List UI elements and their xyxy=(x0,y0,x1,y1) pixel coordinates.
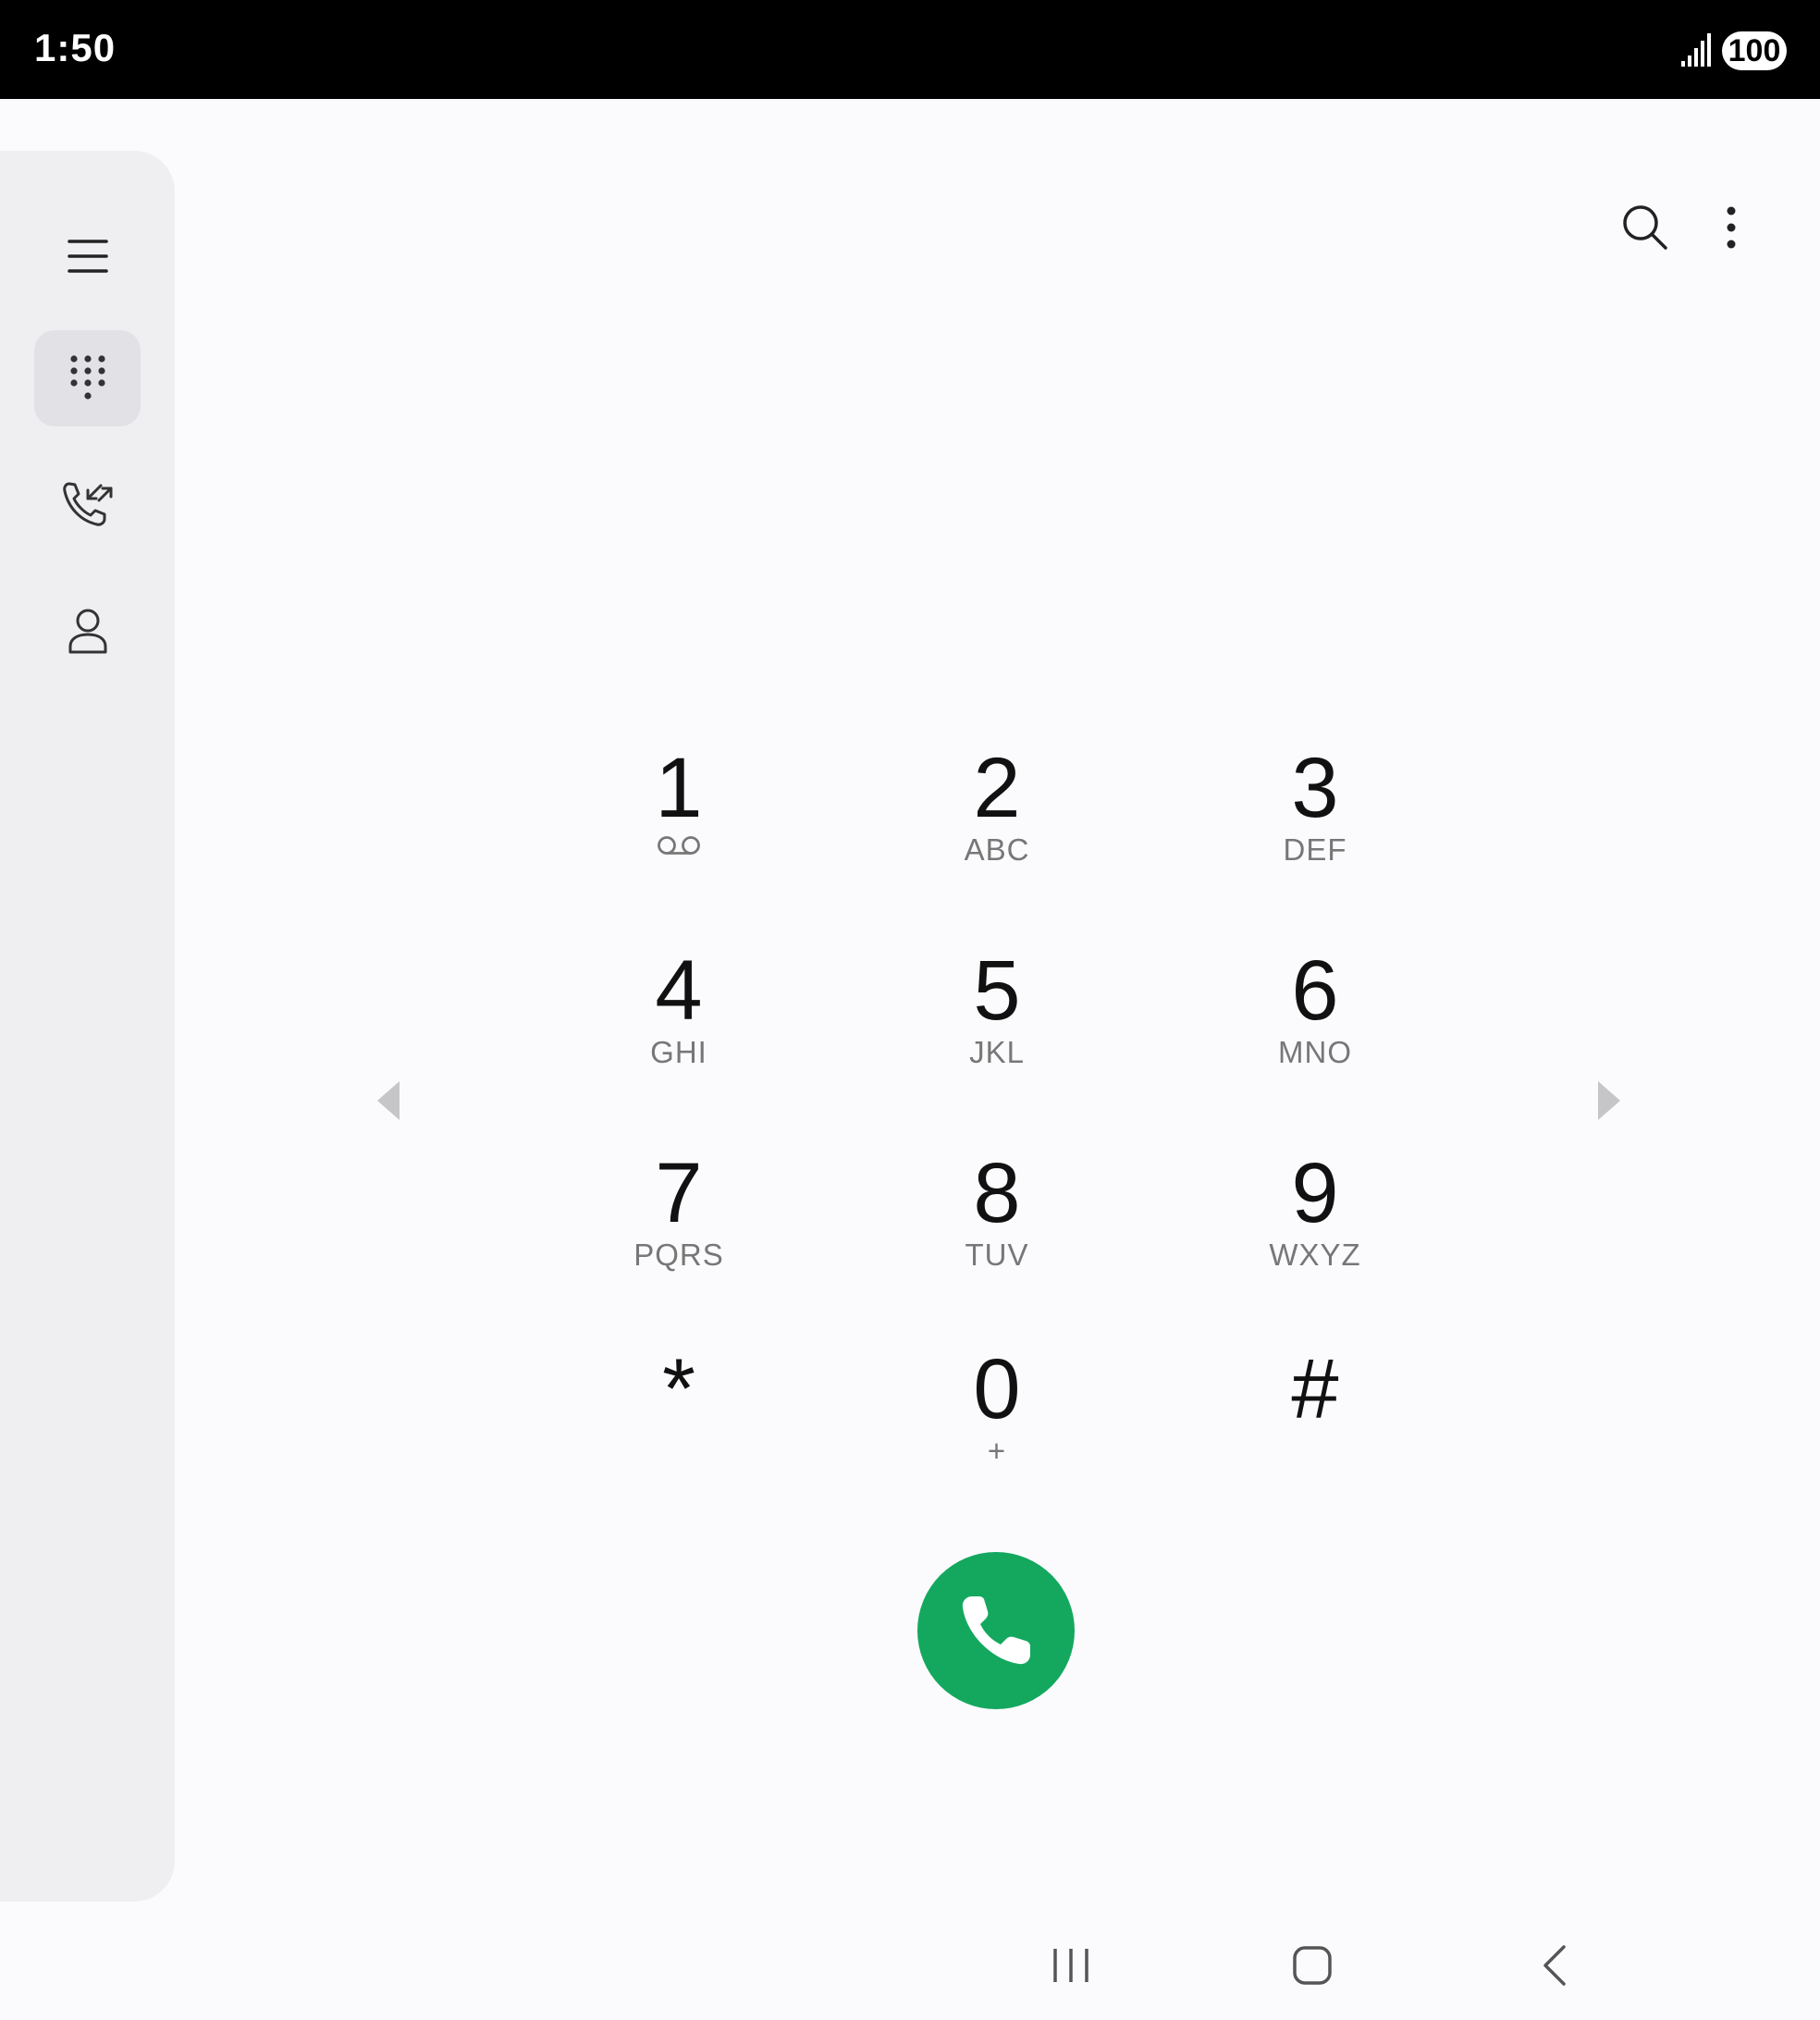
key-digit: 3 xyxy=(1291,741,1339,835)
call-button[interactable] xyxy=(917,1552,1075,1709)
key-2[interactable]: 2 ABC xyxy=(886,745,1108,903)
phone-icon xyxy=(962,1596,1030,1665)
key-digit: 2 xyxy=(973,741,1021,835)
more-vert-icon xyxy=(1727,206,1736,249)
key-digit: # xyxy=(1291,1342,1339,1436)
call-log-icon xyxy=(62,482,112,526)
home-button[interactable] xyxy=(1285,1938,1340,1993)
recent-apps-button[interactable] xyxy=(1043,1938,1099,1993)
key-letters: GHI xyxy=(650,1035,707,1069)
voicemail-icon xyxy=(658,836,700,855)
key-letters: + xyxy=(987,1434,1007,1468)
key-9[interactable]: 9 WXYZ xyxy=(1204,1151,1426,1308)
rail-item-recents[interactable] xyxy=(34,456,141,552)
next-arrow-icon[interactable] xyxy=(1591,1078,1628,1124)
hamburger-menu-icon xyxy=(67,240,108,273)
contact-person-icon xyxy=(68,609,106,654)
key-digit: 5 xyxy=(973,943,1021,1038)
menu-button[interactable] xyxy=(34,208,141,304)
back-icon xyxy=(1543,1945,1566,1986)
key-0[interactable]: 0 + xyxy=(886,1347,1108,1504)
key-letters: ABC xyxy=(964,832,1030,867)
key-letters: WXYZ xyxy=(1269,1238,1361,1272)
rail-item-contacts[interactable] xyxy=(34,584,141,680)
dialpad-icon xyxy=(69,355,105,400)
key-digit: 0 xyxy=(973,1342,1021,1436)
key-digit: * xyxy=(662,1342,695,1436)
status-bar: 1:50 100 xyxy=(0,0,1820,99)
rail-item-keypad[interactable] xyxy=(34,330,141,426)
key-letters: TUV xyxy=(965,1238,1029,1272)
key-digit: 1 xyxy=(655,741,703,835)
recent-apps-icon xyxy=(1053,1949,1088,1982)
key-1[interactable]: 1 xyxy=(568,745,790,903)
search-button[interactable] xyxy=(1612,194,1679,261)
back-button[interactable] xyxy=(1526,1938,1581,1993)
battery-icon: 100 xyxy=(1722,31,1787,70)
key-4[interactable]: 4 GHI xyxy=(568,948,790,1105)
key-letters: PQRS xyxy=(633,1238,724,1272)
key-6[interactable]: 6 MNO xyxy=(1204,948,1426,1105)
previous-arrow-icon[interactable] xyxy=(370,1078,407,1124)
status-time: 1:50 xyxy=(34,26,117,69)
key-3[interactable]: 3 DEF xyxy=(1204,745,1426,903)
key-digit: 8 xyxy=(973,1146,1021,1240)
key-8[interactable]: 8 TUV xyxy=(886,1151,1108,1308)
navigation-rail xyxy=(0,151,175,1902)
key-letters: JKL xyxy=(969,1035,1025,1069)
more-options-button[interactable] xyxy=(1698,194,1765,261)
key-hash[interactable]: # xyxy=(1204,1347,1426,1504)
key-letters: DEF xyxy=(1283,832,1347,867)
key-digit: 9 xyxy=(1291,1146,1339,1240)
battery-level: 100 xyxy=(1728,33,1781,68)
signal-icon xyxy=(1681,33,1711,67)
home-icon xyxy=(1293,1946,1332,1985)
key-digit: 7 xyxy=(655,1146,703,1240)
key-letters: MNO xyxy=(1278,1035,1352,1069)
key-5[interactable]: 5 JKL xyxy=(886,948,1108,1105)
key-digit: 4 xyxy=(655,943,703,1038)
search-icon xyxy=(1623,205,1667,250)
key-digit: 6 xyxy=(1291,943,1339,1038)
key-star[interactable]: * xyxy=(568,1347,790,1504)
key-7[interactable]: 7 PQRS xyxy=(568,1151,790,1308)
